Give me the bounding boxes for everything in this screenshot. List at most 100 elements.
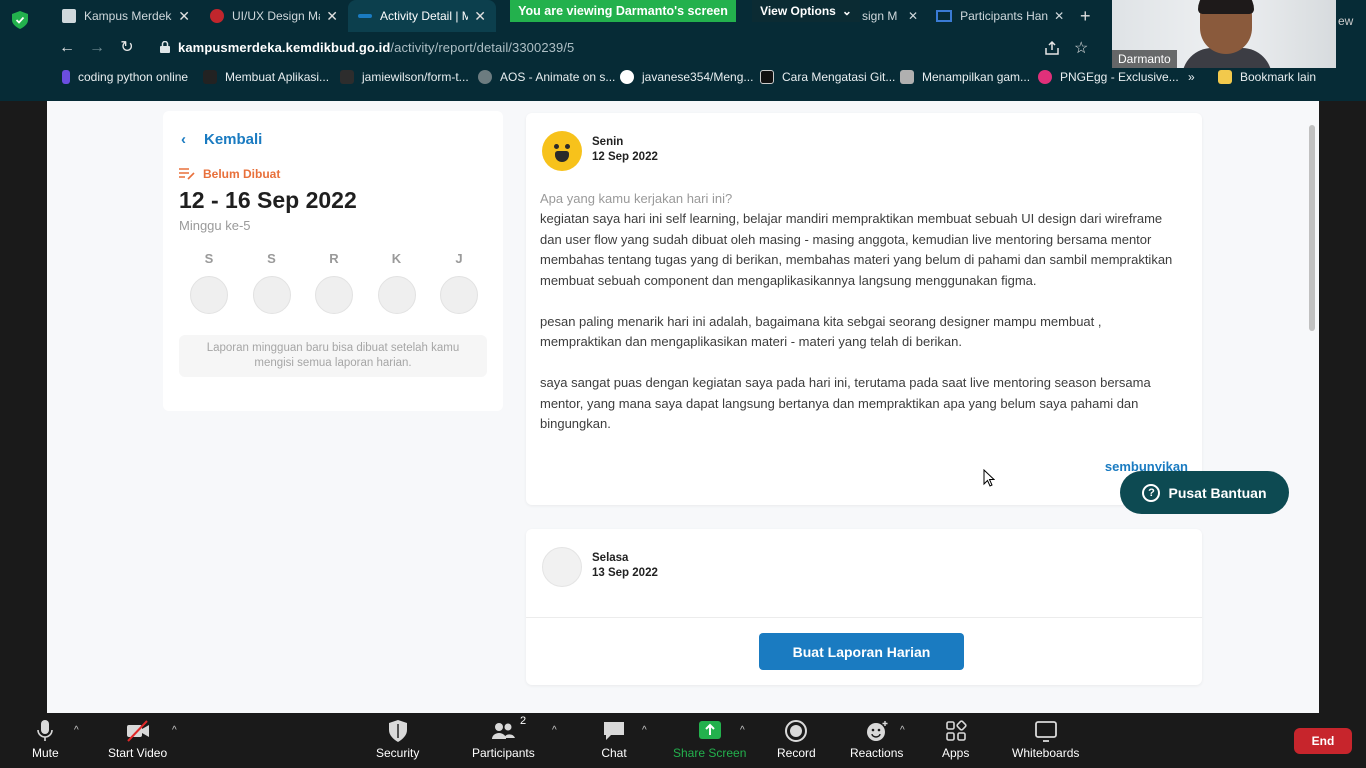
back-link[interactable]: ‹ Kembali bbox=[181, 131, 262, 148]
week-number: Minggu ke-5 bbox=[179, 218, 251, 233]
view-options-button[interactable]: View Options ⌄ bbox=[752, 0, 860, 22]
chevron-up-icon[interactable]: ^ bbox=[740, 725, 745, 736]
close-icon[interactable]: ✕ bbox=[326, 8, 338, 25]
bookmark-star-icon[interactable]: ☆ bbox=[1074, 38, 1088, 58]
bookmark-item[interactable]: coding python online bbox=[62, 70, 188, 84]
question-icon: ? bbox=[1142, 483, 1161, 502]
url-path: /activity/report/detail/3300239/5 bbox=[390, 40, 575, 55]
bookmark-item[interactable]: Membuat Aplikasi... bbox=[203, 70, 329, 84]
chat-bubble-icon bbox=[604, 722, 624, 740]
day-letter: S bbox=[267, 251, 276, 266]
tab-activity-detail[interactable]: Activity Detail | M ✕ bbox=[348, 0, 496, 32]
close-icon[interactable]: ✕ bbox=[474, 8, 486, 25]
empty-avatar-icon bbox=[542, 547, 582, 587]
back-label: Kembali bbox=[204, 131, 263, 148]
tab-title-participants[interactable]: Participants Han bbox=[960, 9, 1048, 23]
answer-paragraph: saya sangat puas dengan kegiatan saya pa… bbox=[540, 375, 1151, 431]
report-question: Apa yang kamu kerjakan hari ini? bbox=[540, 191, 733, 206]
participant-video-thumbnail[interactable]: Darmanto bbox=[1112, 0, 1336, 68]
answer-paragraph: pesan paling menarik hari ini adalah, ba… bbox=[540, 313, 1102, 350]
day-circle bbox=[190, 276, 228, 314]
day-circle bbox=[252, 276, 291, 314]
lock-icon[interactable] bbox=[160, 41, 170, 53]
apps-button[interactable]: Apps bbox=[942, 719, 969, 760]
mute-button[interactable]: Mute bbox=[32, 719, 59, 760]
chevron-down-icon: ⌄ bbox=[841, 4, 852, 18]
start-video-label: Start Video bbox=[108, 746, 168, 760]
divider bbox=[526, 617, 1202, 618]
participant-name: Darmanto bbox=[1112, 50, 1177, 68]
bookmark-item[interactable]: javanese354/Meng... bbox=[620, 70, 753, 84]
chat-label: Chat bbox=[601, 746, 627, 760]
help-center-button[interactable]: ? Pusat Bantuan bbox=[1120, 471, 1289, 514]
chevron-up-icon[interactable]: ^ bbox=[552, 725, 557, 736]
chevron-up-icon[interactable]: ^ bbox=[74, 725, 79, 736]
day-indicator[interactable]: R bbox=[314, 251, 354, 314]
microphone-icon bbox=[37, 720, 54, 741]
page-content: ‹ Kembali Belum Dibuat 12 - 16 Sep 2022 … bbox=[47, 101, 1319, 713]
close-icon[interactable]: ✕ bbox=[1054, 9, 1064, 23]
view-label-partial: ew bbox=[1338, 14, 1354, 28]
reload-icon[interactable]: ↻ bbox=[118, 39, 136, 57]
bookmark-folder[interactable]: Bookmark lain bbox=[1218, 70, 1316, 84]
day-indicator[interactable]: J bbox=[439, 251, 479, 314]
bookmark-favicon-icon bbox=[760, 70, 774, 84]
day-circle bbox=[440, 276, 478, 314]
mute-label: Mute bbox=[32, 746, 59, 760]
forward-arrow-icon[interactable]: → bbox=[88, 39, 106, 57]
whiteboards-button[interactable]: Whiteboards bbox=[1012, 719, 1079, 760]
day-indicator[interactable]: S bbox=[189, 251, 229, 314]
tab-title: Activity Detail | M bbox=[380, 9, 469, 23]
close-icon[interactable]: ✕ bbox=[178, 8, 190, 25]
address-input[interactable]: kampusmerdeka.kemdikbud.go.id/activity/r… bbox=[178, 40, 574, 55]
record-button[interactable]: Record bbox=[777, 719, 816, 760]
day-indicator[interactable]: S bbox=[252, 251, 292, 314]
chevron-up-icon[interactable]: ^ bbox=[900, 725, 905, 736]
favicon-icon bbox=[358, 14, 372, 18]
status-badge: Belum Dibuat bbox=[179, 167, 280, 181]
new-tab-icon[interactable]: + bbox=[1080, 6, 1091, 27]
close-icon[interactable]: ✕ bbox=[908, 9, 918, 23]
globe-icon bbox=[478, 70, 492, 84]
chevron-left-icon: ‹ bbox=[181, 131, 186, 148]
participants-button[interactable]: 2 Participants bbox=[472, 715, 535, 760]
share-screen-button[interactable]: Share Screen bbox=[673, 719, 746, 760]
apps-label: Apps bbox=[942, 746, 970, 760]
bookmark-favicon-icon bbox=[203, 70, 217, 84]
help-label: Pusat Bantuan bbox=[1168, 484, 1267, 501]
bookmark-favicon-icon bbox=[62, 70, 70, 84]
scrollbar-thumb[interactable] bbox=[1309, 125, 1315, 331]
participants-count: 2 bbox=[520, 715, 527, 727]
happy-face-avatar-icon bbox=[542, 131, 582, 171]
bookmarks-overflow-button[interactable]: » bbox=[1188, 70, 1195, 84]
security-label: Security bbox=[376, 746, 420, 760]
chevron-up-icon[interactable]: ^ bbox=[172, 725, 177, 736]
week-range-title: 12 - 16 Sep 2022 bbox=[179, 187, 357, 213]
bookmark-item[interactable]: AOS - Animate on s... bbox=[478, 70, 615, 84]
security-button[interactable]: Security bbox=[376, 719, 419, 760]
bookmark-item[interactable]: Menampilkan gam... bbox=[900, 70, 1030, 84]
day-indicator[interactable]: K bbox=[377, 251, 417, 314]
folder-icon bbox=[1218, 70, 1232, 84]
bookmark-item[interactable]: Cara Mengatasi Git... bbox=[760, 70, 895, 84]
create-daily-report-button[interactable]: Buat Laporan Harian bbox=[759, 633, 964, 670]
meeting-toolbar: Mute ^ Start Video ^ Security 2 Particip… bbox=[0, 713, 1366, 768]
bookmark-item[interactable]: jamiewilson/form-t... bbox=[340, 70, 469, 84]
day-circle bbox=[315, 276, 353, 314]
day-letter: J bbox=[455, 251, 463, 266]
tab-title-partial[interactable]: sign M bbox=[862, 9, 902, 23]
tab-uiux-design[interactable]: UI/UX Design Ma ✕ bbox=[200, 0, 348, 32]
bookmark-item[interactable]: PNGEgg - Exclusive... bbox=[1038, 70, 1179, 84]
share-icon[interactable] bbox=[1044, 40, 1060, 56]
shield-icon bbox=[388, 720, 407, 742]
start-video-button[interactable]: Start Video bbox=[108, 719, 167, 760]
share-screen-label: Share Screen bbox=[673, 746, 747, 760]
back-arrow-icon[interactable]: ← bbox=[58, 39, 76, 57]
reactions-button[interactable]: Reactions bbox=[850, 719, 903, 760]
weekly-summary-card: ‹ Kembali Belum Dibuat 12 - 16 Sep 2022 … bbox=[163, 111, 503, 411]
end-meeting-button[interactable]: End bbox=[1294, 728, 1352, 754]
view-options-label: View Options bbox=[760, 4, 836, 18]
chat-button[interactable]: Chat bbox=[601, 719, 627, 760]
tab-kampus-merdeka[interactable]: Kampus Merdeka ✕ bbox=[52, 0, 200, 32]
chevron-up-icon[interactable]: ^ bbox=[642, 725, 647, 736]
